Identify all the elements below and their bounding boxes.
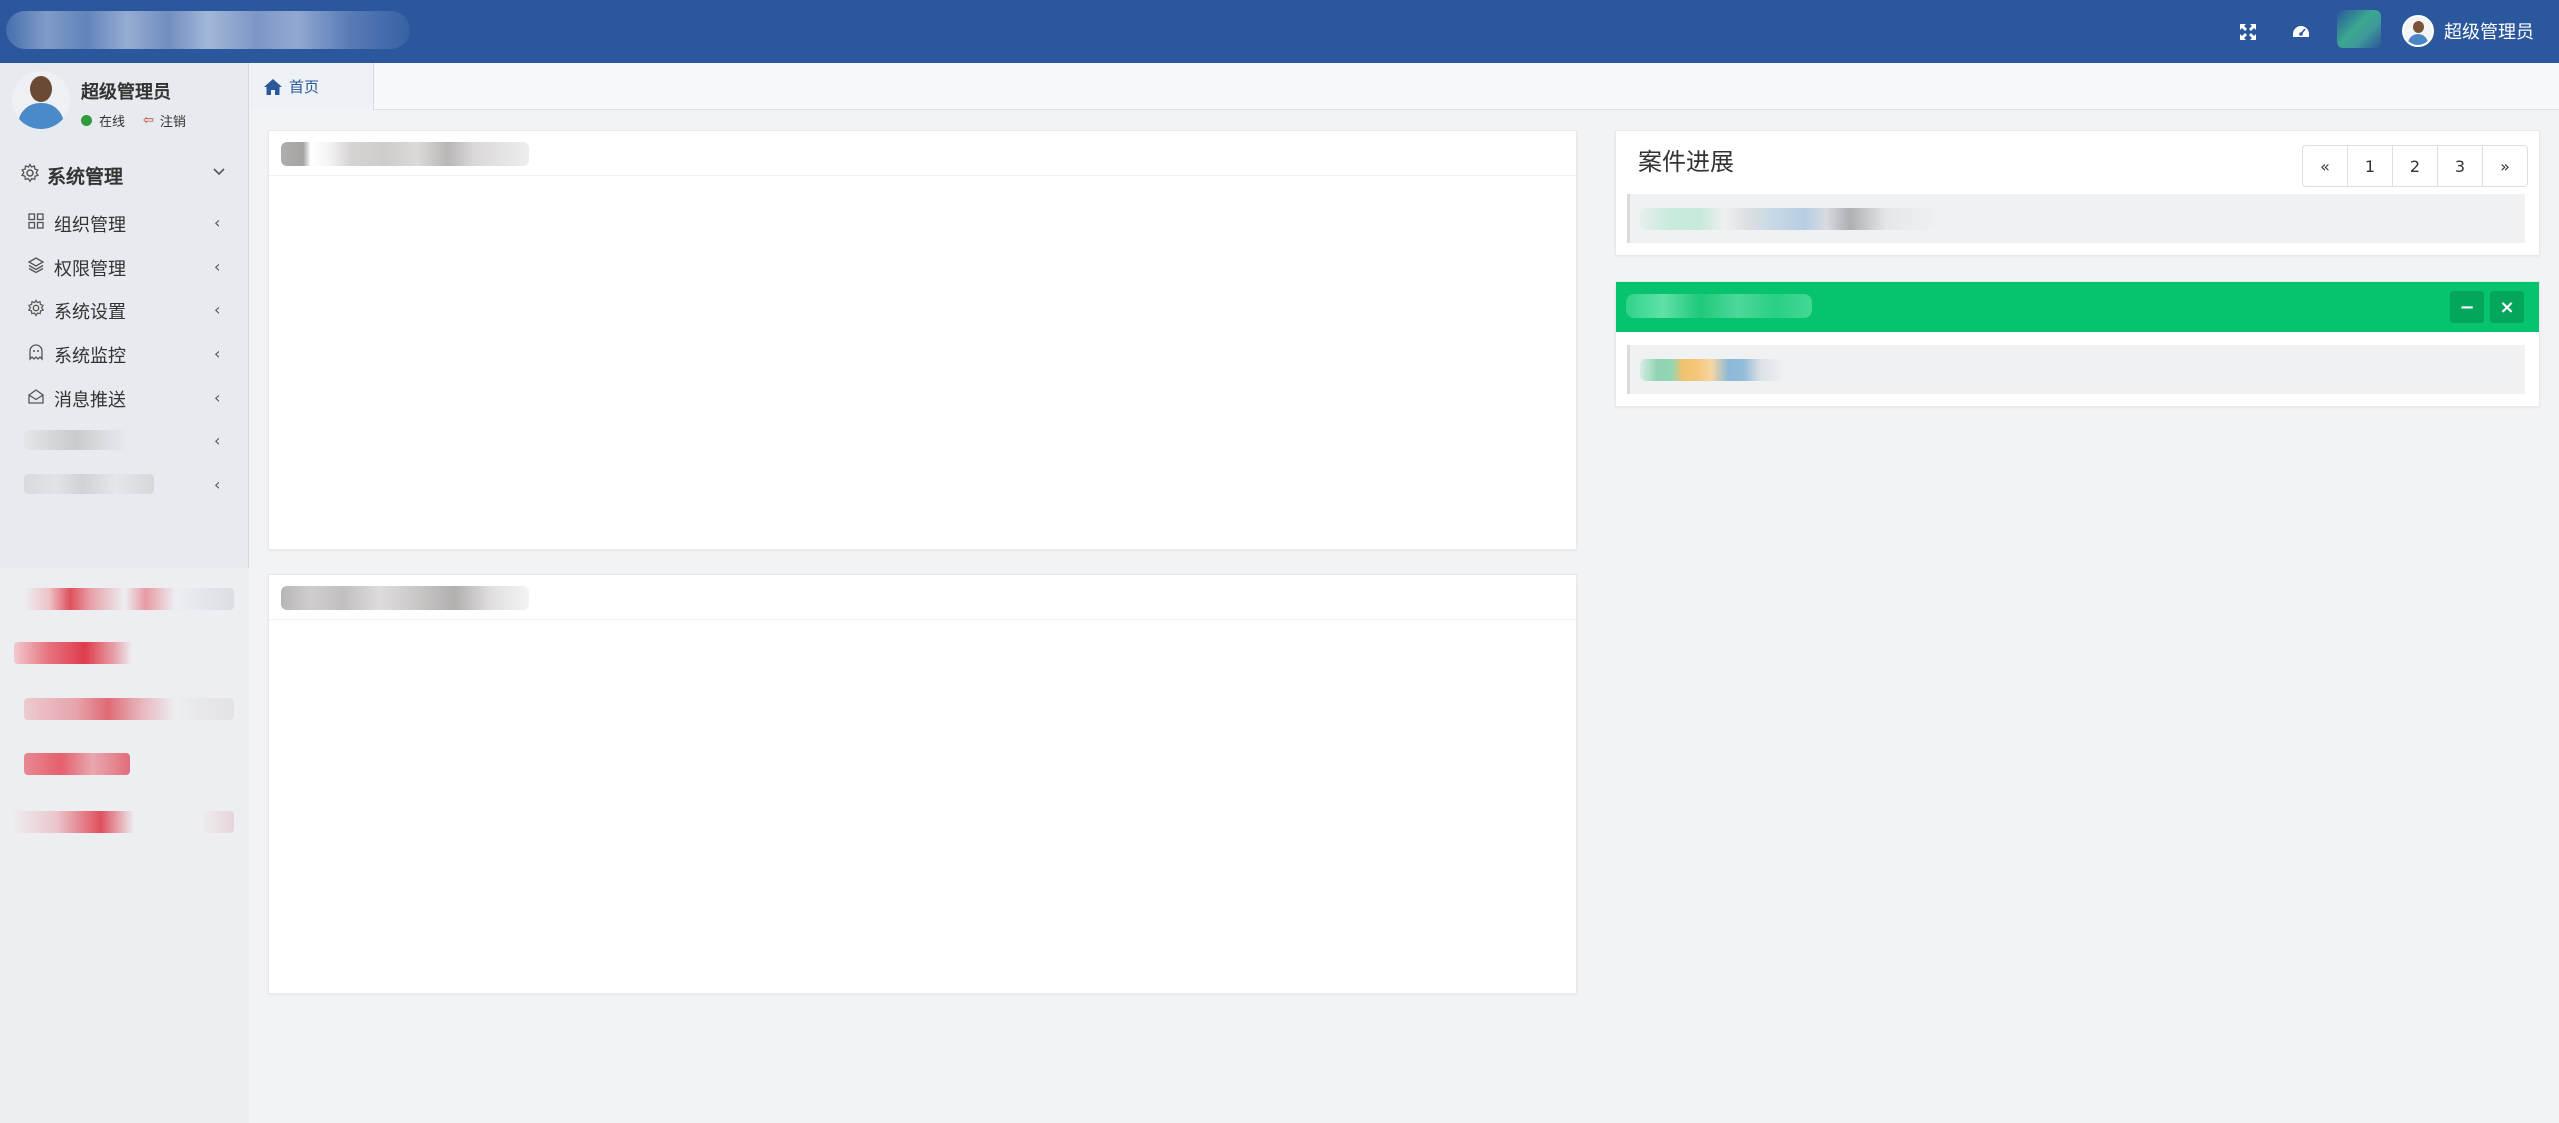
pagination-page-3[interactable]: 3 [2437, 145, 2483, 187]
sidebar-item-permissions[interactable]: 权限管理 ‹ [0, 246, 249, 286]
sidebar-redacted-section [0, 568, 249, 1123]
sidebar-item-messages[interactable]: 消息推送 ‹ [0, 377, 249, 417]
pagination: « 1 2 3 » [2302, 145, 2528, 187]
chevron-left-icon: ‹ [214, 431, 221, 450]
chevron-left-icon: ‹ [214, 475, 221, 494]
sidebar-item-redacted[interactable]: ‹ [0, 464, 249, 504]
gear-icon [20, 163, 40, 183]
panel-title [281, 586, 529, 610]
avatar [12, 71, 70, 129]
dashboard-icon[interactable] [2287, 18, 2315, 46]
chevron-down-icon [213, 168, 225, 176]
status-text: 在线 [99, 115, 126, 130]
fullscreen-icon[interactable] [2234, 18, 2262, 46]
user-profile: 超级管理员 在线 ⇦ 注销 [0, 63, 249, 149]
tab-bar: 首页 [249, 63, 2559, 110]
sidebar-item-redacted[interactable]: ‹ [0, 420, 249, 460]
profile-status: 在线 ⇦ 注销 [81, 111, 186, 130]
pagination-next[interactable]: » [2482, 145, 2528, 187]
collapse-button[interactable]: − [2450, 291, 2484, 323]
logout-label: 注销 [159, 115, 186, 130]
profile-name: 超级管理员 [81, 82, 171, 103]
top-navbar: 超级管理员 [0, 0, 2559, 63]
tab-home[interactable]: 首页 [249, 63, 374, 110]
layers-icon [27, 257, 45, 274]
home-icon [264, 78, 282, 95]
chevron-left-icon: ‹ [214, 388, 221, 407]
status-panel-header: − × [1616, 282, 2539, 332]
chevron-left-icon: ‹ [214, 344, 221, 363]
sidebar-item-organization[interactable]: 组织管理 ‹ [0, 202, 249, 242]
sidebar: 超级管理员 在线 ⇦ 注销 系统管理 组织管理 ‹ 权限管理 ‹ 系统设置 ‹ … [0, 63, 249, 1123]
avatar [2402, 15, 2434, 47]
pagination-page-2[interactable]: 2 [2392, 145, 2438, 187]
panel-title [281, 142, 529, 166]
sidebar-item-label: 权限管理 [54, 259, 126, 280]
grid-icon [28, 213, 44, 229]
status-panel: − × [1615, 281, 2540, 407]
case-progress-panel: 案件进展 « 1 2 3 » [1615, 130, 2540, 256]
chevron-left-icon: ‹ [214, 300, 221, 319]
menu-group-label: 系统管理 [47, 166, 124, 188]
menu-group-system[interactable]: 系统管理 [0, 149, 249, 197]
logout-link[interactable]: ⇦ 注销 [143, 111, 186, 130]
sidebar-item-label: 系统设置 [54, 302, 126, 323]
close-button[interactable]: × [2490, 291, 2524, 323]
tab-home-label: 首页 [289, 78, 320, 96]
user-name: 超级管理员 [2444, 22, 2534, 43]
sidebar-item-settings[interactable]: 系统设置 ‹ [0, 289, 249, 329]
gear-icon [27, 299, 45, 317]
panel-title: 案件进展 [1638, 148, 1734, 176]
sidebar-item-monitor[interactable]: 系统监控 ‹ [0, 333, 249, 373]
chevron-left-icon: ‹ [214, 257, 221, 276]
pagination-prev[interactable]: « [2302, 145, 2348, 187]
sign-out-icon: ⇦ [143, 113, 154, 128]
mail-icon [28, 389, 44, 404]
online-status-icon [81, 115, 92, 126]
pagination-page-1[interactable]: 1 [2347, 145, 2393, 187]
sidebar-item-label: 消息推送 [54, 390, 126, 411]
sidebar-item-label: 组织管理 [54, 215, 126, 236]
language-icon[interactable] [2337, 10, 2381, 48]
list-item[interactable] [1627, 194, 2525, 243]
sidebar-item-label: 系统监控 [54, 346, 126, 367]
ghost-icon [29, 344, 43, 361]
chevron-left-icon: ‹ [214, 213, 221, 232]
chart-panel-bottom [268, 574, 1577, 994]
app-logo[interactable] [6, 11, 410, 49]
user-menu[interactable]: 超级管理员 [2402, 14, 2534, 48]
chart-panel-top [268, 130, 1577, 550]
list-item[interactable] [1627, 345, 2525, 394]
